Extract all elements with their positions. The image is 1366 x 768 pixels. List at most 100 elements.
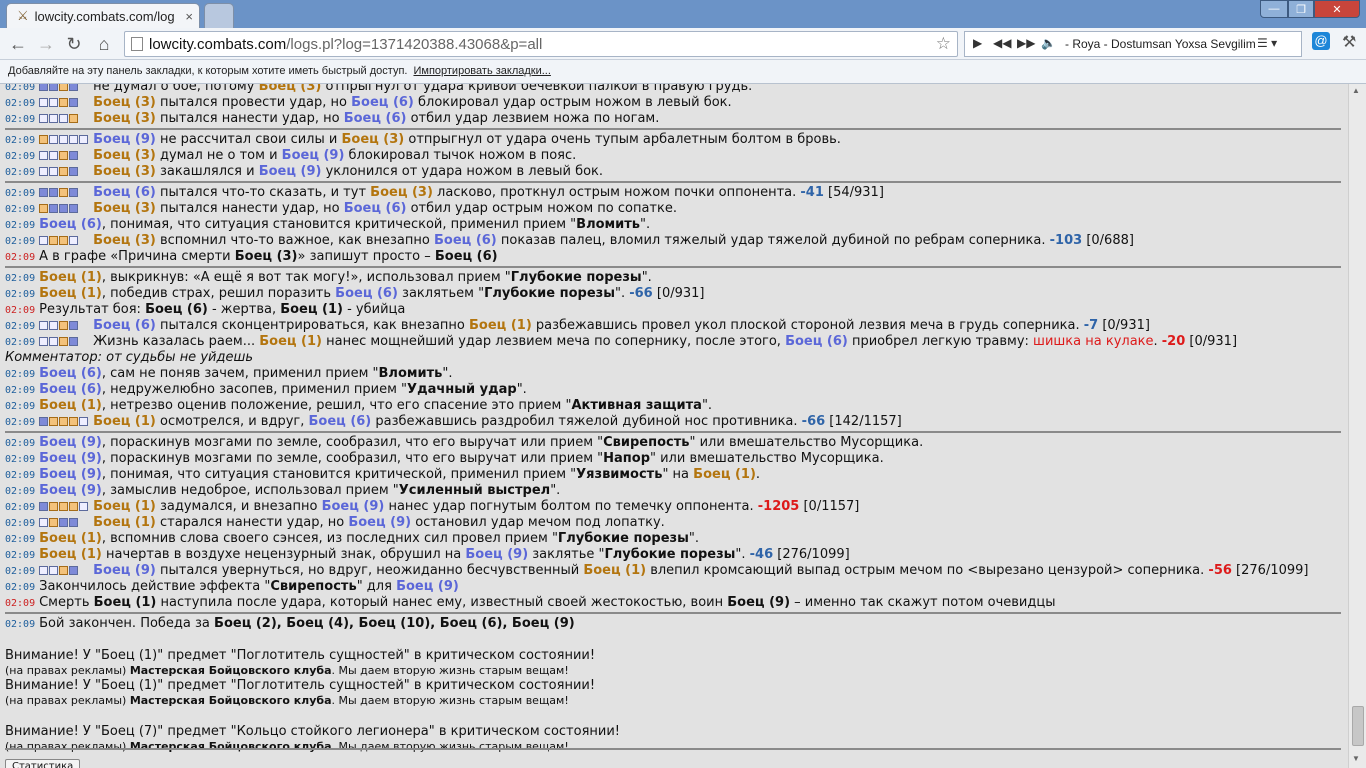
log-text: отбил удар лезвием ножа по ногам. — [406, 111, 660, 126]
vertical-scrollbar[interactable]: ▲ ▼ — [1348, 84, 1366, 768]
wrench-menu-icon[interactable]: ⚒ — [1342, 32, 1356, 52]
zone-square — [49, 321, 59, 330]
fighter-name-team2[interactable]: Боец (6) — [335, 286, 398, 301]
zone-square — [59, 114, 69, 123]
fighter-name-team1[interactable]: Боец (1) — [39, 531, 102, 546]
fighter-name-team2[interactable]: Боец (6) — [309, 414, 372, 429]
ad-line: (на правах рекламы) Мастерская Бойцовско… — [5, 740, 1341, 754]
fighter-name-team2[interactable]: Боец (6) — [39, 382, 102, 397]
fighter-name-team1[interactable]: Боец (3) — [93, 164, 156, 179]
fighter-name-team2[interactable]: Боец (9) — [396, 579, 459, 594]
log-time: 02:09 — [5, 582, 36, 593]
ad-suffix: . Мы даем вторую жизнь старым вещам! — [331, 740, 569, 753]
log-separator — [5, 181, 1341, 183]
extension-at-icon[interactable]: @ — [1312, 32, 1330, 50]
log-text: Закончилось действие эффекта " — [39, 579, 271, 594]
new-tab-button[interactable] — [204, 3, 234, 28]
next-icon[interactable]: ▶▶ — [1017, 36, 1035, 50]
back-icon[interactable]: ← — [6, 32, 30, 56]
maximize-button[interactable]: ❐ — [1288, 0, 1314, 18]
fighter-name-team1[interactable]: Боец (1) — [693, 467, 756, 482]
fighter-name-team2[interactable]: Боец (9) — [322, 499, 385, 514]
log-text: - жертва, — [207, 302, 281, 317]
import-bookmarks-link[interactable]: Импортировать закладки... — [413, 65, 550, 77]
item-warning: Внимание! У "Боец (1)" предмет "Поглотит… — [5, 648, 596, 663]
log-text: ". — [688, 531, 699, 546]
zone-square — [39, 98, 49, 107]
log-time: 02:09 — [5, 289, 36, 300]
fighter-name-team2[interactable]: Боец (6) — [351, 95, 414, 110]
fighter-name-team2[interactable]: Боец (9) — [259, 164, 322, 179]
fighter-name-team2[interactable]: Боец (9) — [282, 148, 345, 163]
fighter-name-team1[interactable]: Боец (3) — [341, 132, 404, 147]
fighter-name-team2[interactable]: Боец (9) — [39, 451, 102, 466]
fighter-name-team2[interactable]: Боец (6) — [344, 201, 407, 216]
fighter-name-team1[interactable]: Боец (1) — [39, 270, 102, 285]
fighter-name-team2[interactable]: Боец (9) — [39, 467, 102, 482]
tab-close-icon[interactable]: × — [185, 9, 193, 24]
minimize-button[interactable]: — — [1260, 0, 1288, 18]
previous-icon[interactable]: ◀◀ — [993, 36, 1011, 50]
fighter-name-team2[interactable]: Боец (6) — [93, 318, 156, 333]
fighter-name-team2[interactable]: Боец (6) — [39, 217, 102, 232]
fighter-name-team1[interactable]: Боец (1) — [93, 414, 156, 429]
zone-square — [59, 502, 69, 511]
log-text: отпрыгнул от удара очень тупым арбалетны… — [404, 132, 841, 147]
fighter-name-team1[interactable]: Боец (1) — [93, 515, 156, 530]
log-bold-text: Уязвимость — [576, 467, 663, 482]
fighter-name-team1[interactable]: Боец (3) — [370, 185, 433, 200]
zone-square — [49, 518, 59, 527]
fighter-name-team2[interactable]: Боец (9) — [93, 132, 156, 147]
log-text: пытался провести удар, но — [155, 95, 352, 110]
zone-square — [79, 502, 89, 511]
fighter-name-team1[interactable]: Боец (3) — [93, 95, 156, 110]
player-menu-icon[interactable]: ☰ ▾ — [1257, 36, 1277, 50]
log-row: 02:09 Результат боя: Боец (6) - жертва, Б… — [5, 302, 1341, 318]
log-text: разбежавшись раздробил тяжелой дубиной н… — [371, 414, 802, 429]
log-text: . — [1153, 334, 1162, 349]
scroll-down-icon[interactable]: ▼ — [1352, 754, 1360, 763]
log-text: ". — [614, 286, 630, 301]
statistics-button[interactable]: Статистика — [5, 759, 81, 768]
zone-square — [49, 566, 59, 575]
volume-icon[interactable]: 🔈 — [1041, 36, 1056, 50]
bookmark-star-icon[interactable]: ☆ — [936, 34, 951, 54]
fighter-name-team1[interactable]: Боец (3) — [93, 233, 156, 248]
zone-square — [39, 151, 49, 160]
fighter-name-team2[interactable]: Боец (6) — [39, 366, 102, 381]
fighter-name-team1[interactable]: Боец (1) — [93, 499, 156, 514]
fighter-name-team1[interactable]: Боец (1) — [583, 563, 646, 578]
close-window-button[interactable]: ✕ — [1314, 0, 1360, 18]
log-bold-text: Глубокие порезы — [604, 547, 736, 562]
log-text: закашлялся и — [155, 164, 259, 179]
fighter-name-team1[interactable]: Боец (3) — [93, 148, 156, 163]
fighter-name-team2[interactable]: Боец (6) — [785, 334, 848, 349]
fighter-name-team2[interactable]: Боец (9) — [465, 547, 528, 562]
zone-square — [69, 518, 79, 527]
fighter-name-team1[interactable]: Боец (1) — [259, 334, 322, 349]
reload-icon[interactable]: ↻ — [62, 32, 86, 56]
fighter-name-team2[interactable]: Боец (6) — [344, 111, 407, 126]
forward-icon[interactable]: → — [34, 32, 58, 56]
play-icon[interactable]: ▶ — [973, 36, 982, 50]
fighter-name-team1[interactable]: Боец (3) — [259, 84, 322, 94]
home-icon[interactable]: ⌂ — [92, 32, 116, 56]
fighter-name-team1[interactable]: Боец (1) — [39, 286, 102, 301]
fighter-name-team1[interactable]: Боец (3) — [93, 111, 156, 126]
scroll-up-icon[interactable]: ▲ — [1352, 86, 1360, 95]
tab-active[interactable]: ⚔ lowcity.combats.com/log × — [6, 3, 200, 28]
fighter-name-team2[interactable]: Боец (9) — [39, 483, 102, 498]
fighter-name-team2[interactable]: Боец (6) — [93, 185, 156, 200]
log-bold-text: Боец (6) — [434, 249, 498, 264]
fighter-name-team2[interactable]: Боец (6) — [434, 233, 497, 248]
fighter-name-team2[interactable]: Боец (9) — [93, 563, 156, 578]
address-bar[interactable]: lowcity.combats.com/logs.pl?log=13714203… — [124, 31, 958, 57]
scrollbar-thumb[interactable] — [1352, 706, 1364, 746]
fighter-name-team1[interactable]: Боец (1) — [39, 547, 102, 562]
fighter-name-team2[interactable]: Боец (9) — [348, 515, 411, 530]
fighter-name-team2[interactable]: Боец (9) — [39, 435, 102, 450]
fighter-name-team1[interactable]: Боец (1) — [469, 318, 532, 333]
fighter-name-team1[interactable]: Боец (3) — [93, 201, 156, 216]
fighter-name-team1[interactable]: Боец (1) — [39, 398, 102, 413]
zone-square — [59, 321, 69, 330]
